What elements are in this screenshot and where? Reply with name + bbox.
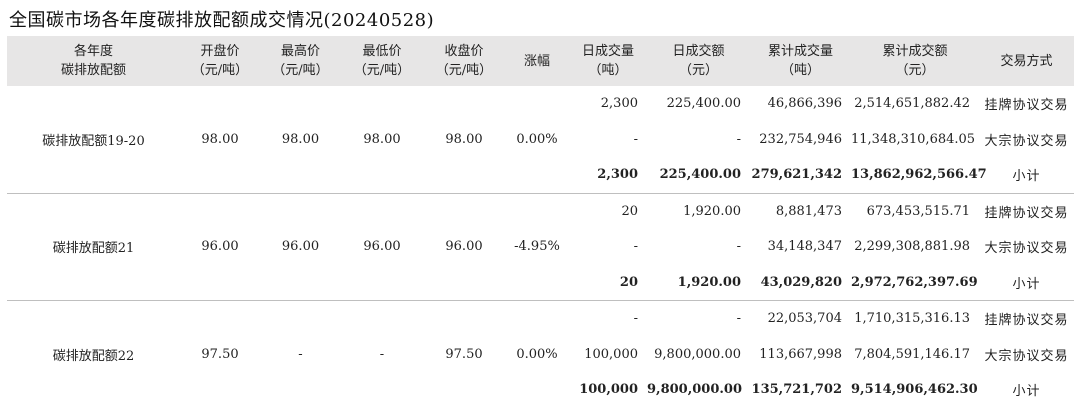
daily-amount: 225,400.00 (666, 96, 741, 112)
low-price: 98.00 (341, 86, 423, 194)
trade-method: 挂牌协议交易 (984, 98, 1069, 114)
close-price: 96.00 (423, 193, 505, 301)
cumulative-volume: 113,667,998 (759, 346, 842, 362)
price-change: 0.00% (516, 346, 558, 362)
header-trade-method: 交易方式 (979, 36, 1074, 86)
daily-amount: 9,800,000.00 (647, 382, 742, 398)
header-row: 各年度 碳排放配额 开盘价 （元/吨） 最高价 （元/吨） 最低价 （元/吨） 收盘价（… (7, 36, 1074, 86)
daily-volume: 100,000 (584, 346, 638, 362)
header-high: 最高价 （元/吨） (260, 36, 341, 86)
open-price: 96.00 (180, 193, 260, 301)
high-price: - (298, 346, 303, 362)
trade-method: 大宗协议交易 (984, 133, 1069, 149)
daily-volume: 20 (569, 264, 647, 301)
allowance-name: 碳排放配额22 (52, 348, 135, 364)
cumulative-amount: 2,972,762,397.69 (851, 264, 979, 301)
price-change: 0.00% (505, 86, 569, 194)
cumulative-amount: 13,862,962,566.47 (851, 157, 987, 194)
carbon-trading-table: 各年度 碳排放配额 开盘价 （元/吨） 最高价 （元/吨） 最低价 （元/吨） 收盘价（… (7, 36, 1074, 408)
cumulative-volume: 46,866,396 (767, 96, 842, 112)
cumulative-volume: 22,053,704 (767, 311, 842, 327)
open-price: 98.00 (180, 86, 260, 194)
cumulative-amount: 11,348,310,684.05 (851, 131, 976, 147)
header-close: 收盘价 （元/吨） (423, 36, 505, 86)
open-price: 97.50 (201, 346, 239, 362)
cumulative-volume: 279,621,342 (750, 157, 851, 194)
trade-method: 小计 (1012, 384, 1041, 400)
daily-volume: - (633, 311, 638, 327)
cumulative-volume: 135,721,702 (751, 382, 842, 398)
daily-amount: 9,800,000.00 (654, 346, 741, 362)
daily-volume: - (633, 131, 638, 147)
cumulative-amount: 9,514,906,462.30 (851, 382, 978, 398)
cumulative-amount: 673,453,515.71 (866, 203, 970, 219)
trade-method: 挂牌协议交易 (984, 205, 1069, 221)
header-daily-volume: 日成交量 （吨） (569, 36, 647, 86)
daily-amount: 1,920.00 (647, 264, 750, 301)
daily-volume: 100,000 (579, 382, 638, 398)
daily-amount: - (736, 131, 741, 147)
price-change: -4.95% (505, 193, 569, 301)
trade-method: 小计 (979, 264, 1074, 301)
daily-amount: - (736, 311, 741, 327)
cumulative-amount: 2,514,651,882.42 (854, 96, 970, 112)
close-price: 97.50 (445, 346, 483, 362)
header-daily-amount: 日成交额 （元） (647, 36, 750, 86)
close-price: 98.00 (423, 86, 505, 194)
table-row: 碳排放配额21 96.00 96.00 96.00 96.00 -4.95% 2… (7, 193, 1074, 301)
page-title: 全国碳市场各年度碳排放配额成交情况(20240528) (9, 10, 435, 31)
daily-amount: 225,400.00 (647, 157, 750, 194)
header-low: 最低价 （元/吨） (341, 36, 423, 86)
daily-volume: - (633, 239, 638, 255)
daily-amount: - (736, 239, 741, 255)
header-cumulative-amount: 累计成交额 （元） (851, 36, 979, 86)
header-allowance: 各年度 碳排放配额 (7, 36, 180, 86)
cumulative-amount: 7,804,591,146.17 (854, 346, 970, 362)
cumulative-volume: 232,754,946 (759, 131, 842, 147)
table-row: 碳排放配额22 97.50 - - 97.50 0.00% - - 22,053… (7, 301, 1074, 364)
cumulative-volume: 43,029,820 (750, 264, 851, 301)
cumulative-amount: 2,299,308,881.98 (854, 239, 970, 255)
low-price: - (379, 346, 385, 362)
cumulative-volume: 8,881,473 (775, 203, 842, 219)
daily-volume: 2,300 (600, 96, 638, 112)
low-price: 96.00 (341, 193, 423, 301)
allowance-name: 碳排放配额19-20 (7, 86, 180, 194)
trade-method: 挂牌协议交易 (984, 313, 1069, 329)
header-open: 开盘价 （元/吨） (180, 36, 260, 86)
allowance-name: 碳排放配额21 (7, 193, 180, 301)
high-price: 96.00 (260, 193, 341, 301)
daily-volume: 20 (621, 203, 638, 219)
trade-method: 大宗协议交易 (984, 241, 1069, 257)
table-row: 碳排放配额19-20 98.00 98.00 98.00 98.00 0.00%… (7, 86, 1074, 194)
trade-method: 大宗协议交易 (984, 348, 1069, 364)
daily-amount: 1,920.00 (683, 203, 741, 219)
header-change: 涨幅 (505, 36, 569, 86)
cumulative-amount: 1,710,315,316.13 (854, 311, 970, 327)
trade-method: 小计 (979, 157, 1074, 194)
high-price: 98.00 (260, 86, 341, 194)
daily-volume: 2,300 (569, 157, 647, 194)
header-cumulative-volume: 累计成交量 （吨） (750, 36, 851, 86)
cumulative-volume: 34,148,347 (767, 239, 842, 255)
